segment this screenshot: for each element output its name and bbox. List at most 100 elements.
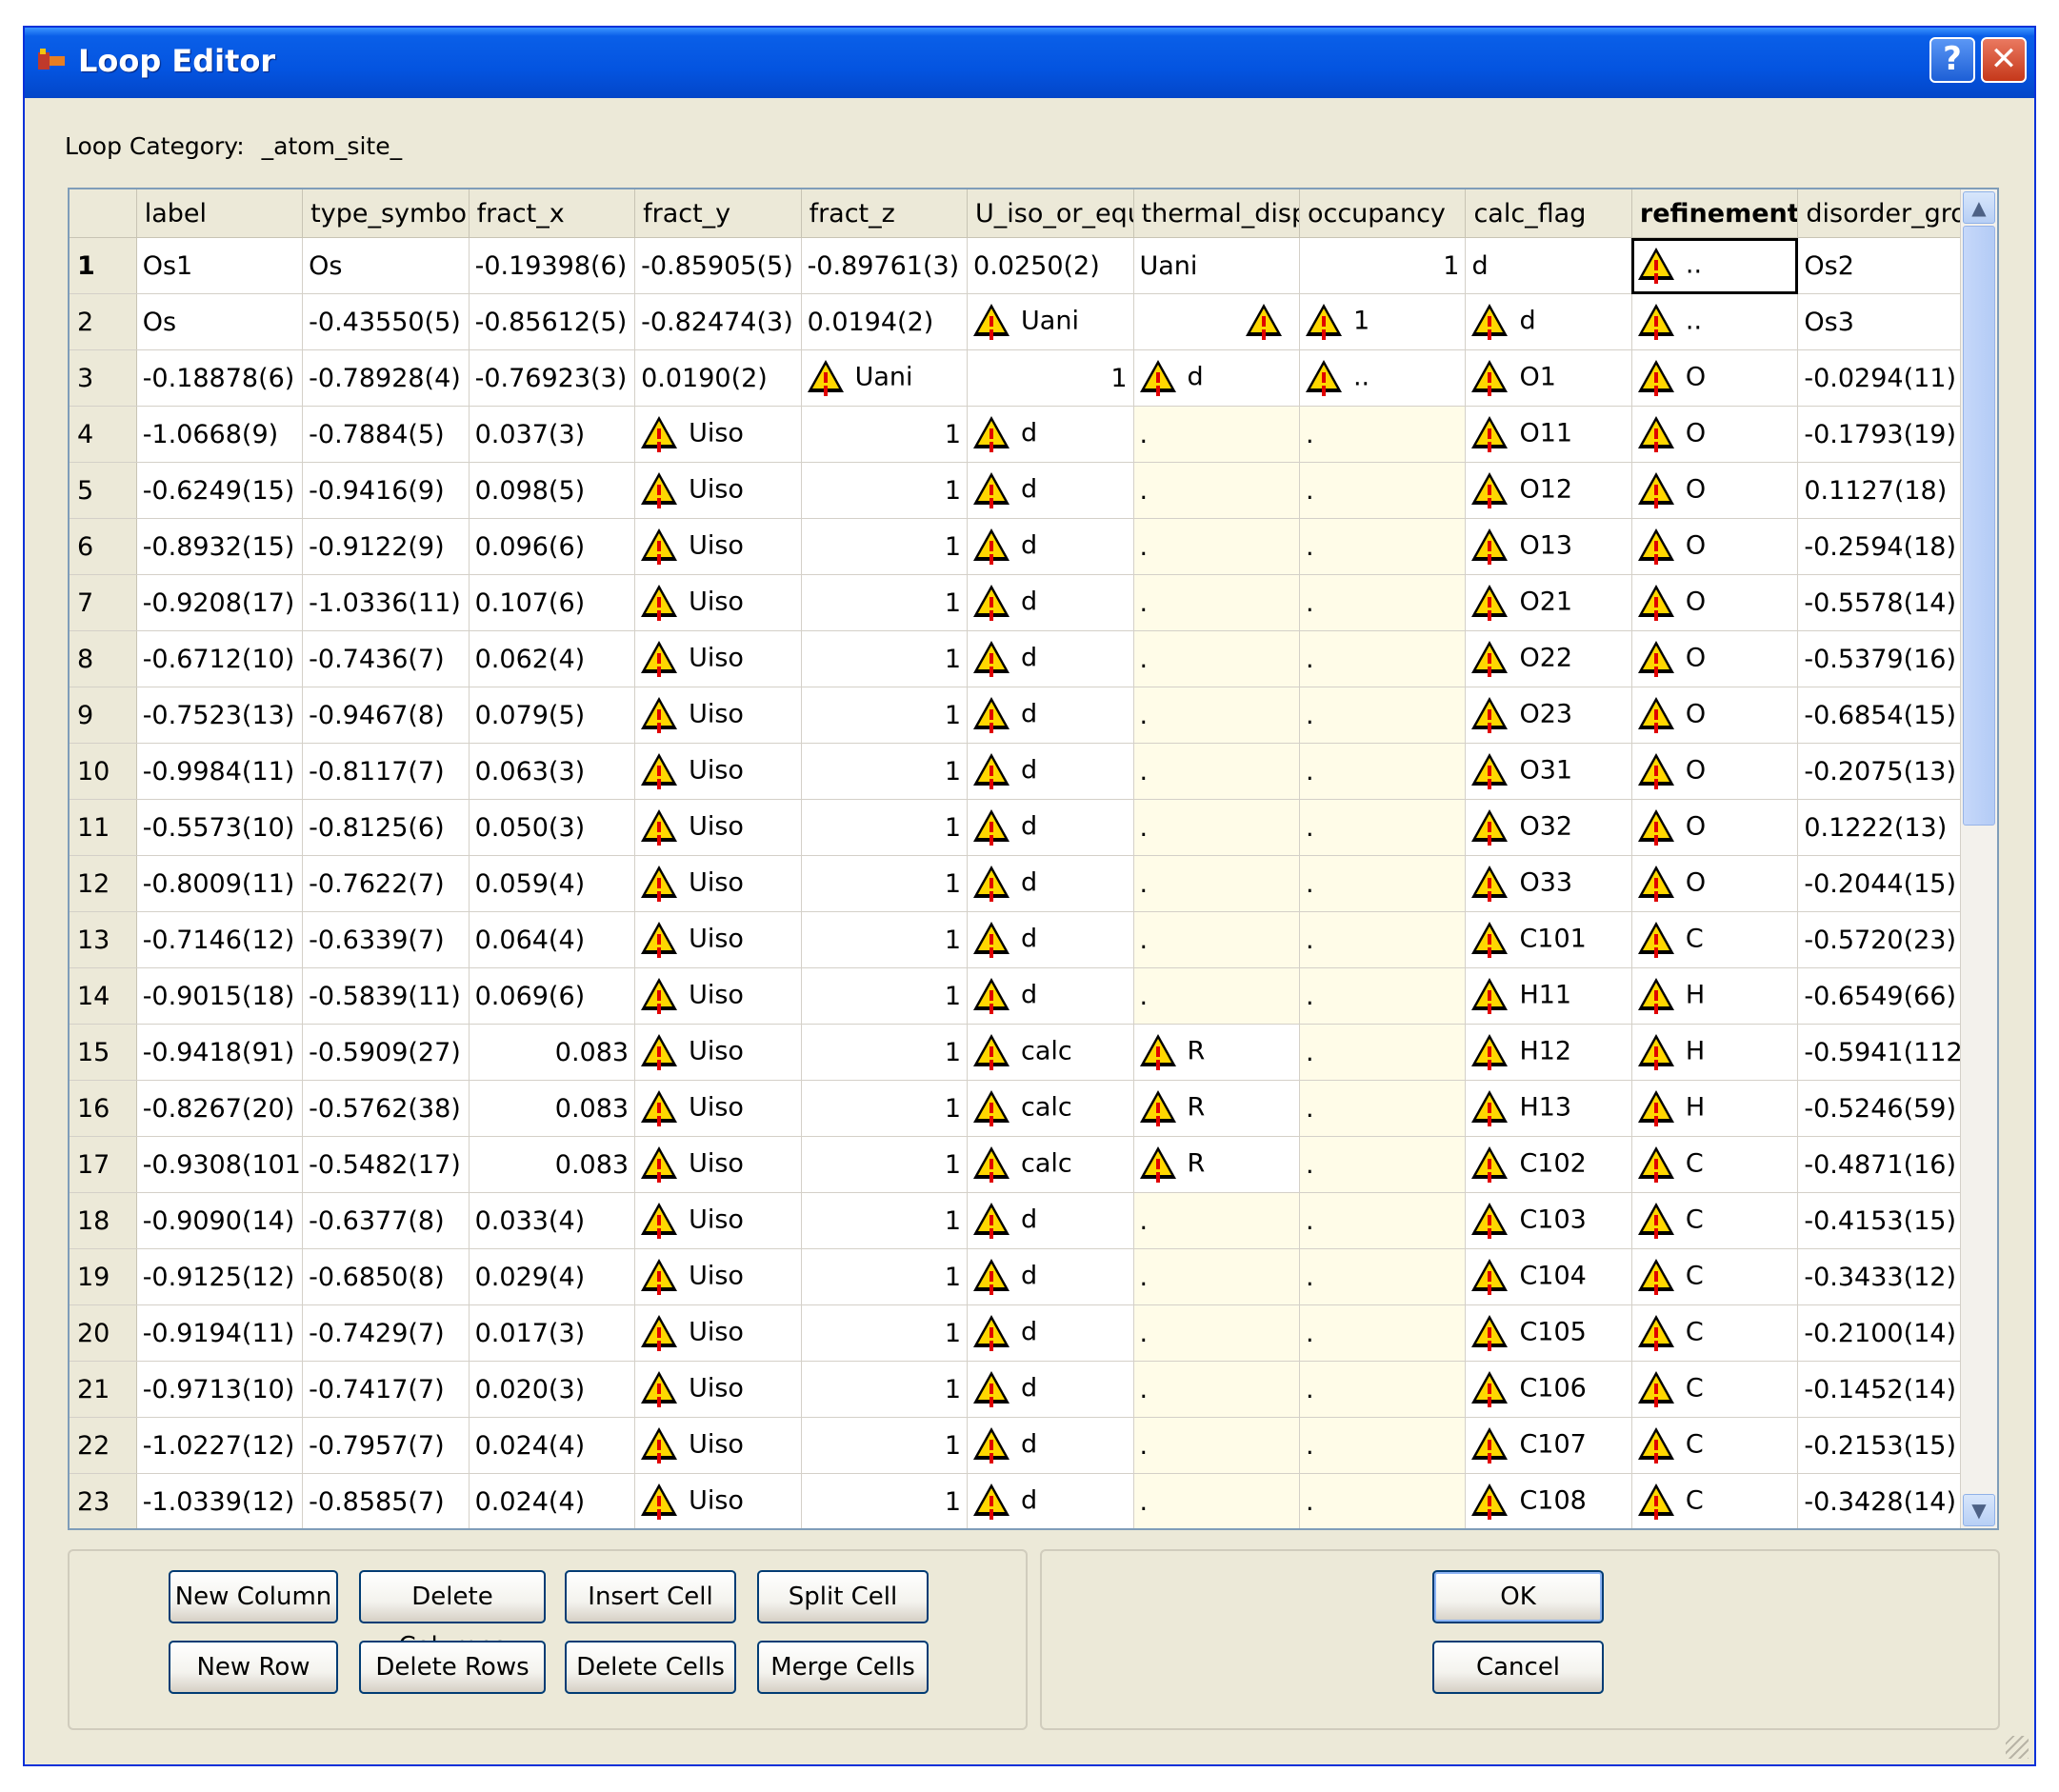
table-cell[interactable]: O11 (1465, 406, 1632, 463)
table-cell[interactable]: -0.6549(66) (1797, 967, 1965, 1025)
table-cell[interactable]: Uiso (634, 1473, 802, 1528)
table-cell[interactable]: -0.2594(18) (1797, 518, 1965, 575)
table-cell[interactable]: 1 (801, 1192, 969, 1249)
table-cell[interactable]: -0.9713(10) (136, 1361, 304, 1418)
table-cell[interactable]: Uiso (634, 855, 802, 912)
table-cell[interactable]: -0.19398(6) (469, 237, 636, 294)
table-cell[interactable]: . (1299, 574, 1467, 631)
table-cell[interactable]: -0.5246(59) (1797, 1080, 1965, 1137)
table-cell[interactable]: -0.5482(17) (302, 1136, 470, 1193)
table-cell[interactable]: 0.1222(13) (1797, 799, 1965, 856)
table-cell[interactable]: . (1133, 462, 1300, 519)
table-cell[interactable]: -0.7417(7) (302, 1361, 470, 1418)
table-cell[interactable]: . (1299, 1248, 1467, 1305)
table-cell[interactable]: 0.024(4) (469, 1417, 636, 1474)
table-cell[interactable]: -1.0339(12) (136, 1473, 304, 1528)
table-cell[interactable]: Uiso (634, 1361, 802, 1418)
table-cell[interactable]: -0.82474(3) (634, 293, 802, 350)
column-header[interactable]: type_symbol (302, 189, 470, 238)
table-cell[interactable]: Uani (967, 293, 1134, 350)
table-cell[interactable]: -0.9208(17) (136, 574, 304, 631)
table-cell[interactable]: 1 (801, 1248, 969, 1305)
table-cell[interactable]: O (1631, 574, 1799, 631)
table-cell[interactable]: -0.9416(9) (302, 462, 470, 519)
table-cell[interactable]: -0.2153(15) (1797, 1417, 1965, 1474)
table-cell[interactable]: d (967, 630, 1134, 687)
table-cell[interactable]: . (1299, 911, 1467, 968)
table-cell[interactable]: -0.5573(10) (136, 799, 304, 856)
table-cell[interactable]: -0.4153(15) (1797, 1192, 1965, 1249)
table-cell[interactable]: Uiso (634, 967, 802, 1025)
table-cell[interactable]: 0.083 (469, 1136, 636, 1193)
table-cell[interactable]: 1 (801, 406, 969, 463)
table-cell[interactable]: Uiso (634, 1024, 802, 1081)
table-cell[interactable]: 1 (801, 1304, 969, 1362)
column-header[interactable]: occupancy (1299, 189, 1467, 238)
table-cell[interactable]: . (1299, 630, 1467, 687)
row-number[interactable]: 2 (70, 293, 137, 350)
table-cell[interactable]: H11 (1465, 967, 1632, 1025)
table-cell[interactable]: C (1631, 1192, 1799, 1249)
table-cell[interactable]: C104 (1465, 1248, 1632, 1305)
table-cell[interactable]: . (1299, 799, 1467, 856)
table-cell[interactable]: -0.7622(7) (302, 855, 470, 912)
table-cell[interactable]: d (1465, 237, 1632, 294)
table-cell[interactable]: -0.85905(5) (634, 237, 802, 294)
table-cell[interactable]: d (967, 462, 1134, 519)
table-cell[interactable]: Uiso (634, 1192, 802, 1249)
table-cell[interactable]: . (1133, 1304, 1300, 1362)
table-cell[interactable]: -0.6339(7) (302, 911, 470, 968)
merge-cells-button[interactable]: Merge Cells (757, 1641, 929, 1694)
table-cell[interactable]: . (1299, 462, 1467, 519)
table-cell[interactable]: -0.89761(3) (801, 237, 969, 294)
table-cell[interactable]: Uiso (634, 743, 802, 800)
table-cell[interactable]: 0.069(6) (469, 967, 636, 1025)
table-cell[interactable]: 0.063(3) (469, 743, 636, 800)
table-cell[interactable]: 1 (801, 1361, 969, 1418)
table-cell[interactable]: . (1133, 518, 1300, 575)
table-cell[interactable]: O33 (1465, 855, 1632, 912)
table-cell[interactable]: 0.033(4) (469, 1192, 636, 1249)
table-cell[interactable]: 0.050(3) (469, 799, 636, 856)
row-number[interactable]: 15 (70, 1024, 137, 1081)
scroll-thumb[interactable] (1963, 226, 1995, 826)
table-cell[interactable]: . (1133, 1417, 1300, 1474)
table-cell[interactable]: O32 (1465, 799, 1632, 856)
table-cell[interactable]: C108 (1465, 1473, 1632, 1528)
table-cell[interactable]: d (967, 1304, 1134, 1362)
table-cell[interactable]: -0.85612(5) (469, 293, 636, 350)
table-cell[interactable]: .. (1631, 293, 1799, 350)
loop-grid[interactable]: label type_symbol fract_x fract_y fract_… (68, 188, 1999, 1530)
table-cell[interactable]: C (1631, 1304, 1799, 1362)
table-cell[interactable]: O21 (1465, 574, 1632, 631)
table-cell[interactable]: 1 (801, 1080, 969, 1137)
table-cell[interactable]: Uiso (634, 574, 802, 631)
delete-cells-button[interactable]: Delete Cells (565, 1641, 736, 1694)
table-cell[interactable]: d (967, 1248, 1134, 1305)
table-cell[interactable]: -0.8932(15) (136, 518, 304, 575)
table-cell[interactable]: -0.9122(9) (302, 518, 470, 575)
row-number[interactable]: 1 (70, 237, 137, 294)
ok-button[interactable]: OK (1432, 1570, 1604, 1623)
table-cell[interactable]: -1.0668(9) (136, 406, 304, 463)
table-cell[interactable]: -0.7146(12) (136, 911, 304, 968)
table-cell[interactable]: -0.0294(11) (1797, 349, 1965, 407)
table-cell[interactable]: -0.2075(13) (1797, 743, 1965, 800)
cancel-button[interactable]: Cancel (1432, 1641, 1604, 1694)
table-cell[interactable]: O22 (1465, 630, 1632, 687)
row-number[interactable]: 4 (70, 406, 137, 463)
table-cell[interactable]: C106 (1465, 1361, 1632, 1418)
table-cell[interactable]: 0.062(4) (469, 630, 636, 687)
row-number[interactable]: 7 (70, 574, 137, 631)
new-row-button[interactable]: New Row (169, 1641, 338, 1694)
table-cell[interactable]: Uiso (634, 799, 802, 856)
table-cell[interactable]: -0.9194(11) (136, 1304, 304, 1362)
table-cell[interactable]: Uiso (634, 1136, 802, 1193)
table-cell[interactable]: O (1631, 462, 1799, 519)
table-cell[interactable]: -0.4871(16) (1797, 1136, 1965, 1193)
column-header[interactable]: disorder_grou (1797, 189, 1965, 238)
table-cell[interactable]: -0.8125(6) (302, 799, 470, 856)
table-cell[interactable]: C102 (1465, 1136, 1632, 1193)
table-cell[interactable]: -0.5762(38) (302, 1080, 470, 1137)
table-cell[interactable]: C (1631, 1136, 1799, 1193)
